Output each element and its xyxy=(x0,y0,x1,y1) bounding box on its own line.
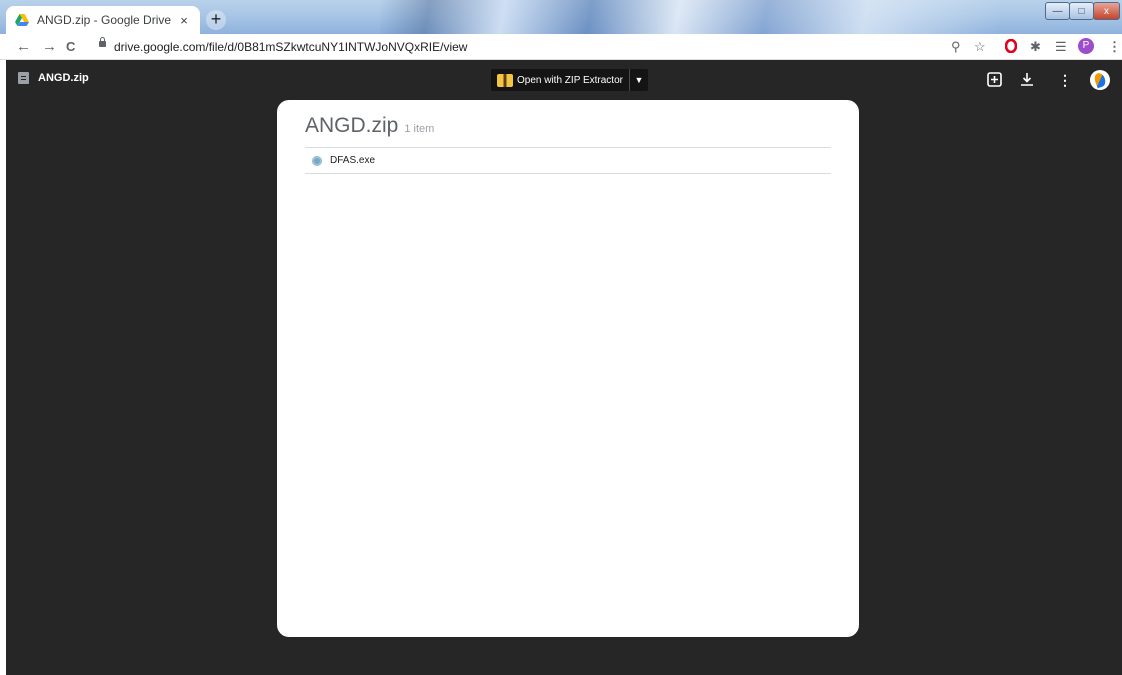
address-bar[interactable]: drive.google.com/file/d/0B81mSZkwtcuNY1I… xyxy=(114,40,467,54)
more-menu-icon[interactable]: ⋮ xyxy=(1108,40,1121,54)
google-drive-icon xyxy=(15,14,29,26)
extensions-icon[interactable]: ✱ xyxy=(1030,40,1041,54)
close-window-button[interactable]: x xyxy=(1093,2,1120,20)
chevron-down-icon[interactable]: ▼ xyxy=(628,69,648,91)
item-count: 1 item xyxy=(404,123,435,135)
reload-icon[interactable]: C xyxy=(66,38,75,56)
download-icon[interactable] xyxy=(1020,72,1034,90)
drive-viewer: ANGD.zip Open with ZIP Extractor ▼ ⋮ ANG… xyxy=(6,60,1122,675)
zoom-icon[interactable]: ⚲ xyxy=(951,40,961,54)
file-name: ANGD.zip xyxy=(38,72,89,84)
open-with-button[interactable]: Open with ZIP Extractor ▼ xyxy=(491,69,648,91)
account-avatar[interactable] xyxy=(1090,70,1110,90)
new-tab-button[interactable]: + xyxy=(206,10,226,30)
bookmark-star-icon[interactable]: ☆ xyxy=(974,40,986,54)
opera-icon[interactable] xyxy=(1004,38,1018,56)
media-control-icon[interactable]: ☰ xyxy=(1055,40,1067,54)
zip-extractor-icon xyxy=(497,73,513,87)
tab-title: ANGD.zip - Google Drive xyxy=(37,13,172,27)
file-info: ANGD.zip xyxy=(18,72,89,84)
browser-tab[interactable]: ANGD.zip - Google Drive × xyxy=(6,6,200,34)
back-arrow-icon[interactable]: ← xyxy=(16,38,31,56)
lock-icon xyxy=(99,37,106,47)
browser-toolbar: ← → C drive.google.com/file/d/0B81mSZkwt… xyxy=(0,34,1122,60)
list-item[interactable]: DFAS.exe xyxy=(305,148,831,174)
add-to-drive-icon[interactable] xyxy=(987,72,1002,90)
more-actions-icon[interactable]: ⋮ xyxy=(1058,72,1072,88)
title-bar: ANGD.zip - Google Drive × + — □ x xyxy=(0,0,1122,34)
zip-title: ANGD.zip xyxy=(305,114,399,137)
list-item-name: DFAS.exe xyxy=(330,155,376,166)
forward-arrow-icon[interactable]: → xyxy=(42,38,57,56)
maximize-button[interactable]: □ xyxy=(1069,2,1094,20)
tab-close-icon[interactable]: × xyxy=(176,13,192,28)
open-with-label: Open with ZIP Extractor xyxy=(517,74,623,86)
zip-contents-panel: ANGD.zip 1 item DFAS.exe xyxy=(277,100,859,637)
exe-file-icon xyxy=(312,155,322,166)
zip-header: ANGD.zip 1 item xyxy=(305,114,831,148)
minimize-button[interactable]: — xyxy=(1045,2,1070,20)
profile-avatar[interactable]: P xyxy=(1078,38,1094,54)
file-type-icon xyxy=(18,72,29,84)
window-background xyxy=(380,0,1000,34)
